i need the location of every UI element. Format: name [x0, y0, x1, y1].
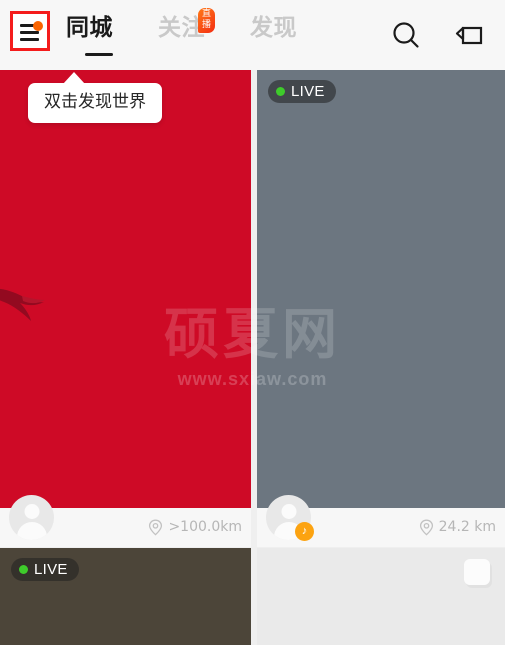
location-pin-icon	[149, 519, 163, 535]
live-badge: LIVE	[11, 558, 79, 581]
avatar[interactable]	[9, 495, 54, 540]
card-media	[257, 70, 505, 508]
tab-faxian[interactable]: 发现	[250, 12, 297, 44]
double-tap-tooltip[interactable]: 双击发现世界	[28, 83, 162, 123]
search-button[interactable]	[389, 18, 423, 52]
live-status-dot-icon	[19, 565, 28, 574]
live-badge: LIVE	[268, 80, 336, 103]
app-header: 同城 关注 直播 发现	[0, 0, 505, 70]
music-note-icon: ♪	[295, 522, 314, 541]
avatar-head	[281, 504, 296, 519]
feed-grid: >100.0km LIVE 24.2 km ♪ LIVE 硕夏网 www.sxi…	[0, 70, 505, 645]
live-label: LIVE	[291, 83, 325, 100]
active-tab-underline	[85, 53, 113, 56]
feed-card[interactable]: >100.0km	[0, 70, 251, 547]
swallow-bird-graphic	[0, 288, 45, 321]
live-status-dot-icon	[276, 87, 285, 96]
live-camera-button[interactable]	[453, 18, 487, 52]
tab-live-badge: 直播	[198, 8, 216, 33]
avatar-body	[16, 522, 47, 540]
search-icon	[393, 22, 419, 48]
feed-card[interactable]	[257, 548, 505, 645]
avatar-head	[24, 504, 39, 519]
live-label: LIVE	[34, 561, 68, 578]
tab-tongcheng[interactable]: 同城	[66, 12, 113, 44]
distance-label: 24.2 km	[438, 519, 496, 535]
video-camera-icon	[455, 26, 483, 45]
location-pin-icon	[419, 519, 433, 535]
hamburger-menu-button[interactable]	[10, 11, 50, 51]
card-media	[0, 70, 251, 508]
app-root: 同城 关注 直播 发现 双击发现世界 >100.0km LIVE 24.2 km…	[0, 0, 505, 645]
distance-label: >100.0km	[168, 519, 242, 535]
image-placeholder-icon	[464, 559, 490, 585]
distance-group: >100.0km	[148, 518, 242, 536]
tooltip-arrow	[63, 72, 85, 84]
distance-group: 24.2 km	[419, 518, 496, 536]
feed-card[interactable]: LIVE 24.2 km ♪	[257, 70, 505, 547]
notification-dot-icon	[33, 21, 43, 31]
feed-card[interactable]: LIVE	[0, 548, 251, 645]
hamburger-menu-icon	[20, 21, 44, 43]
